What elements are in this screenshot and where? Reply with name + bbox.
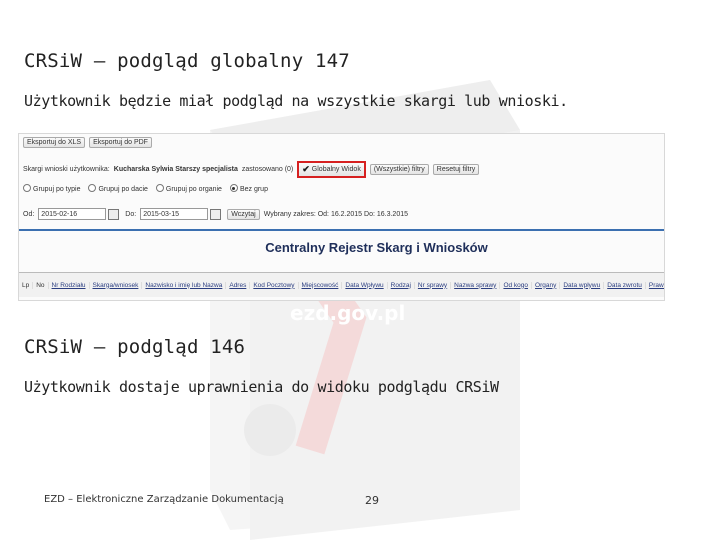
radio-label: Grupuj po dacie — [98, 186, 148, 193]
radio-selected-icon — [229, 184, 238, 192]
table-header-row: Lp No Nr Rodziału Skarga/wniosek Nazwisko i … — [19, 272, 664, 297]
checkmark-icon: ✔ — [302, 164, 310, 174]
table-column-header[interactable]: No — [33, 281, 49, 289]
export-toolbar: Eksportuj do XLS Eksportuj do PDF — [23, 137, 664, 148]
table-column-header[interactable]: Miejscowość — [299, 281, 343, 289]
grouping-options: Grupuj po typie Grupuj po dacie Grupuj p… — [23, 183, 664, 193]
calendar-icon[interactable] — [210, 208, 222, 220]
crsiw-screenshot: Eksportuj do XLS Eksportuj do PDF Skargi… — [18, 133, 665, 301]
radio-icon — [155, 184, 164, 192]
radio-label: Grupuj po typie — [33, 186, 81, 193]
filters-button[interactable]: (Wszystkie) filtry — [369, 164, 429, 175]
reset-filters-button[interactable]: Resetuj filtry — [432, 164, 480, 175]
radio-icon — [88, 184, 97, 192]
load-button[interactable]: Wczytaj — [227, 208, 260, 220]
table-column-header[interactable]: Rodzaj — [388, 281, 415, 289]
table-column-header[interactable]: Nr sprawy — [415, 281, 452, 289]
footer-text: EZD – Elektroniczne Zarządzanie Dokument… — [44, 494, 284, 505]
table-column-header[interactable]: Prawomoc — [646, 282, 664, 289]
radio-label: Bez grup — [239, 186, 268, 193]
table-column-header[interactable]: Organy — [532, 281, 561, 289]
global-view-label: Globalny Widok — [311, 166, 361, 173]
table-column-header[interactable]: Kod Pocztowy — [250, 281, 299, 289]
page-number: 29 — [365, 494, 379, 507]
table-column-header[interactable]: Data zwrotu — [604, 281, 646, 289]
radio-label: Grupuj po organie — [165, 186, 222, 193]
date-from-field[interactable]: 2015-02-16 — [38, 208, 107, 220]
slide-title-view: CRSiW – podgląd 146 — [24, 336, 246, 358]
selected-range-text: Wybrany zakres: Od: 16.2.2015 Do: 16.3.2… — [263, 210, 409, 218]
global-view-checkbox[interactable]: ✔ Globalny Widok — [297, 161, 366, 178]
table-column-header[interactable]: Data wpływu — [560, 281, 605, 289]
table-column-header[interactable]: Nazwisko i imię lub Nazwa — [142, 281, 227, 289]
table-column-header[interactable]: Od kogo — [500, 281, 533, 289]
date-to-field[interactable]: 2015-03-15 — [140, 208, 209, 220]
slide-title-global-view: CRSiW – podgląd globalny 147 — [24, 50, 350, 72]
table-column-header[interactable]: Nr Rodziału — [49, 281, 90, 289]
date-from-label: Od: — [23, 210, 35, 218]
table-column-header[interactable]: Nazwa sprawy — [451, 281, 501, 289]
radio-no-groups[interactable]: Bez grup — [229, 183, 268, 193]
export-xls-button[interactable]: Eksportuj do XLS — [23, 137, 86, 148]
table-column-header[interactable]: Lp — [19, 281, 34, 289]
user-filter-row: Skargi wnioski użytkownika: Kucharska Sy… — [23, 161, 664, 178]
radio-group-by-organ[interactable]: Grupuj po organie — [155, 183, 222, 193]
slide-description-view: Użytkownik dostaje uprawnienia do widoku… — [24, 378, 499, 396]
radio-group-by-type[interactable]: Grupuj po typie — [23, 183, 80, 193]
background-watermark: ezd.gov.pl — [290, 301, 405, 325]
divider — [19, 229, 664, 231]
table-column-header[interactable]: Data Wpływu — [342, 281, 388, 289]
date-range-row: Od: 2015-02-16 Do: 2015-03-15 Wczytaj Wy… — [23, 208, 664, 220]
user-name[interactable]: Kucharska Sylwia Starszy specjalista — [114, 166, 238, 173]
table-column-header[interactable]: Skarga/wniosek — [90, 281, 143, 289]
table-column-header[interactable]: Adres — [226, 281, 251, 289]
radio-group-by-date[interactable]: Grupuj po dacie — [88, 183, 148, 193]
radio-icon — [23, 184, 31, 192]
export-pdf-button[interactable]: Eksportuj do PDF — [89, 137, 152, 148]
filter-label: Skargi wnioski użytkownika: — [23, 166, 110, 173]
calendar-icon[interactable] — [108, 208, 120, 220]
date-to-label: Do: — [125, 210, 137, 218]
user-suffix: zastosowano (0) — [241, 166, 294, 173]
register-title: Centralny Rejestr Skarg i Wniosków — [265, 240, 488, 255]
slide-description-global-view: Użytkownik będzie miał podgląd na wszyst… — [24, 92, 568, 110]
